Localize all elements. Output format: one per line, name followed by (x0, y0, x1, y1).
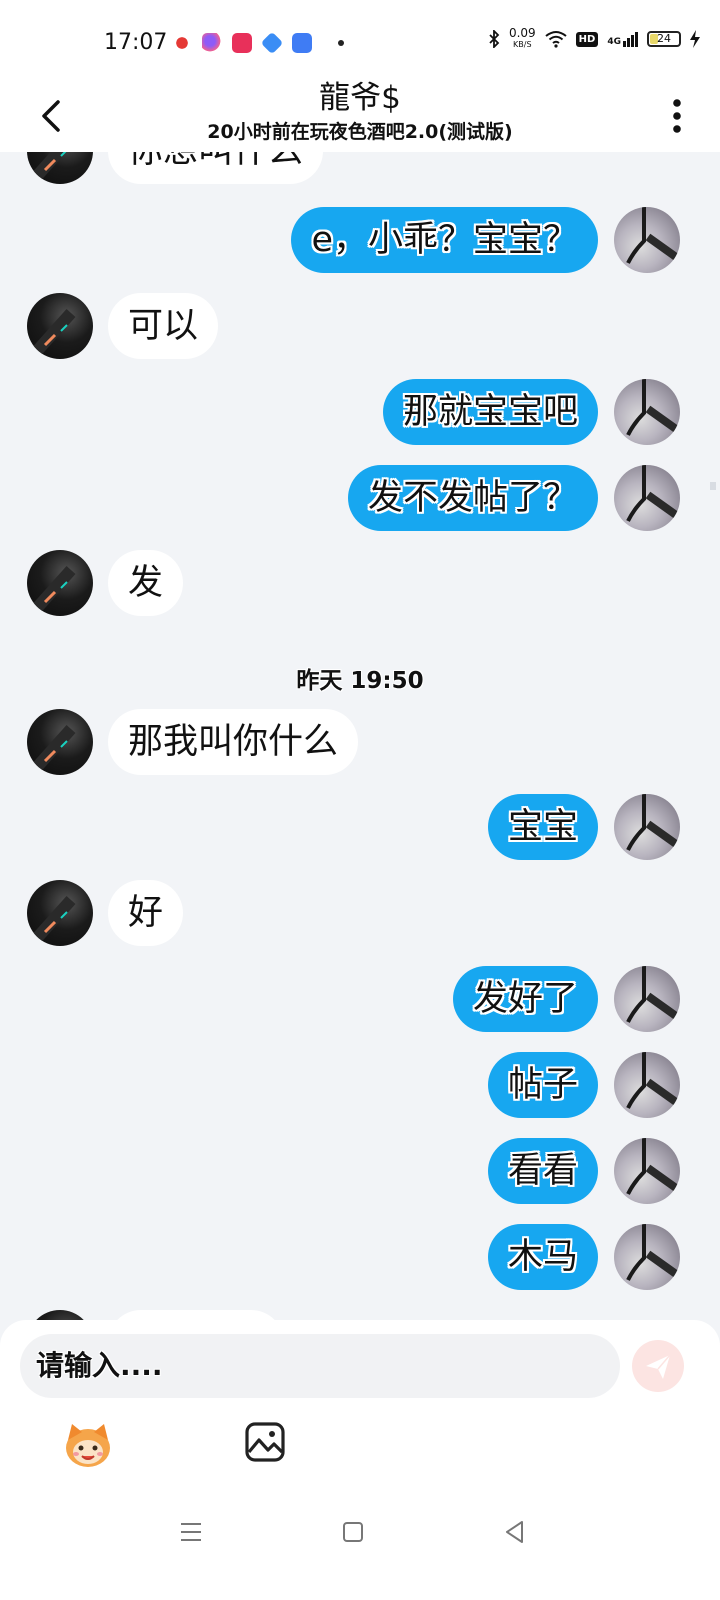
message-row: 帖子 (0, 1052, 720, 1122)
contact-avatar[interactable] (27, 293, 93, 359)
message-row: 可以 (0, 293, 720, 363)
message-app-icon (292, 33, 312, 53)
more-dot-icon (338, 40, 344, 46)
message-input[interactable]: 请输入.... (20, 1334, 620, 1398)
battery-icon: 24 (647, 31, 681, 47)
notification-icons (172, 31, 344, 55)
message-bubble[interactable]: 帖子 (487, 1052, 598, 1118)
sticker-icon[interactable] (62, 1418, 114, 1470)
battery-level: 24 (657, 32, 671, 45)
contact-avatar[interactable] (27, 880, 93, 946)
app-notification-icon (202, 33, 222, 53)
message-bubble[interactable]: 发不发帖了？ (347, 465, 598, 531)
message-bubble[interactable]: 可以 (108, 293, 219, 359)
contact-status: 20小时前在玩夜色酒吧2.0(测试版) (207, 121, 513, 143)
message-bubble[interactable] (108, 1310, 284, 1320)
message-bubble[interactable]: e，小乖？宝宝？ (291, 207, 598, 273)
message-row: 看看 (0, 1138, 720, 1208)
recent-apps-icon[interactable] (180, 1522, 202, 1542)
message-bubble[interactable]: 那就宝宝吧 (382, 379, 598, 445)
send-icon (646, 1354, 671, 1379)
message-row: 木马 (0, 1224, 720, 1294)
my-avatar[interactable] (614, 379, 680, 445)
scroll-indicator (710, 482, 716, 490)
status-time: 17:07 (104, 30, 168, 55)
status-indicators: 0.09 KB/S HD 4G 24 (488, 26, 700, 50)
message-bubble[interactable]: 那我叫你什么 (108, 709, 359, 775)
app-notification-icon (260, 31, 284, 55)
message-bubble[interactable]: 宝宝 (487, 794, 598, 860)
wifi-icon (545, 31, 567, 48)
message-bubble[interactable]: 你想叫什么 (108, 152, 324, 184)
my-avatar[interactable] (614, 207, 680, 273)
message-bubble[interactable]: 木马 (487, 1224, 598, 1290)
nav-back-icon[interactable] (504, 1520, 524, 1544)
signal-icon: 4G (607, 31, 638, 47)
contact-avatar[interactable] (27, 1310, 93, 1320)
time-divider: 昨天 19:50 (296, 668, 424, 694)
contact-avatar[interactable] (27, 152, 93, 184)
my-avatar[interactable] (614, 465, 680, 531)
my-avatar[interactable] (614, 1224, 680, 1290)
image-icon[interactable] (244, 1420, 286, 1464)
message-bubble[interactable]: 发 (108, 550, 184, 616)
message-row: 你想叫什么 (0, 152, 720, 188)
message-list[interactable]: 你想叫什么 e，小乖？宝宝？ 可以 那就宝宝吧 发不发帖了？ 发 昨天 19:5… (0, 152, 720, 1320)
hd-badge: HD (575, 31, 599, 47)
send-button[interactable] (632, 1340, 684, 1392)
message-row: 发不发帖了？ (0, 465, 720, 535)
contact-avatar[interactable] (27, 550, 93, 616)
message-row: 好 (0, 880, 720, 950)
message-bubble[interactable]: 看看 (487, 1138, 598, 1204)
message-row: 那我叫你什么 (0, 709, 720, 779)
message-row: 发好了 (0, 966, 720, 1036)
contact-avatar[interactable] (27, 709, 93, 775)
video-app-icon (232, 33, 252, 53)
my-avatar[interactable] (614, 966, 680, 1032)
network-type: 4G (607, 36, 621, 47)
home-icon[interactable] (343, 1522, 363, 1542)
message-bubble[interactable]: 发好了 (452, 966, 598, 1032)
system-nav-bar (0, 1500, 720, 1600)
contact-name: 龍爷$ (319, 80, 401, 116)
charging-icon (690, 30, 700, 48)
my-avatar[interactable] (614, 1138, 680, 1204)
app-notification-icon (172, 33, 192, 53)
message-bubble[interactable]: 好 (108, 880, 184, 946)
message-row: 发 (0, 550, 720, 620)
status-bar: 17:07 0.09 KB/S HD 4G 24 (0, 0, 720, 80)
more-options-icon[interactable] (672, 98, 682, 134)
message-row (0, 1310, 720, 1320)
network-speed: 0.09 KB/S (508, 26, 536, 50)
net-speed-unit: KB/S (513, 40, 532, 49)
message-row: 那就宝宝吧 (0, 379, 720, 449)
message-row: 宝宝 (0, 794, 720, 864)
message-row: e，小乖？宝宝？ (0, 207, 720, 277)
my-avatar[interactable] (614, 794, 680, 860)
net-speed-value: 0.09 (508, 26, 536, 40)
bluetooth-icon (489, 30, 500, 48)
chat-header: 龍爷$ 20小时前在玩夜色酒吧2.0(测试版) (0, 80, 720, 152)
my-avatar[interactable] (614, 1052, 680, 1118)
